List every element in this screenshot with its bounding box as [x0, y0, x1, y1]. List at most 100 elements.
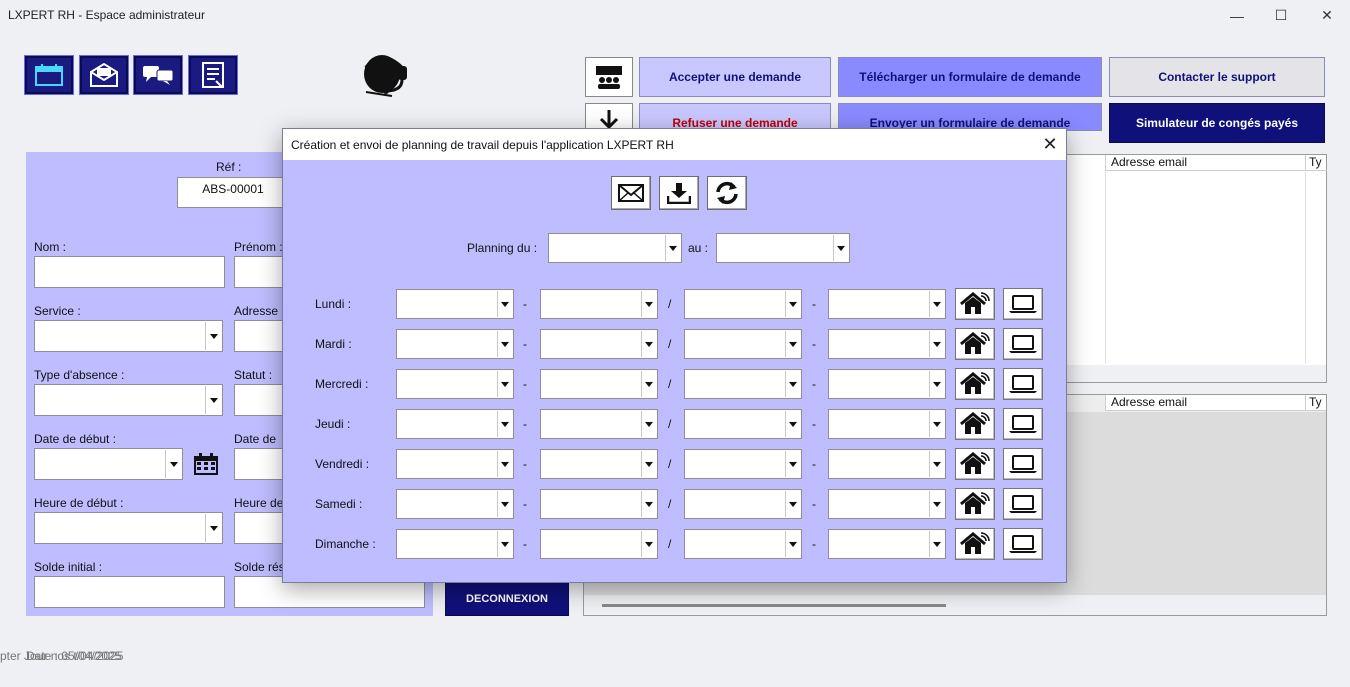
chevron-down-icon[interactable]: [641, 491, 656, 517]
column-header-email[interactable]: Adresse email: [1105, 155, 1305, 171]
time-select-3[interactable]: [684, 449, 802, 479]
send-email-button[interactable]: [611, 176, 651, 210]
chevron-down-icon[interactable]: [929, 291, 944, 317]
refresh-button[interactable]: [707, 176, 747, 210]
chevron-down-icon[interactable]: [785, 331, 800, 357]
time-select-1[interactable]: [396, 369, 514, 399]
download-button[interactable]: [585, 103, 633, 131]
chevron-down-icon[interactable]: [641, 291, 656, 317]
chevron-down-icon[interactable]: [205, 322, 221, 350]
horizontal-scrollbar[interactable]: [1067, 365, 1326, 382]
time-select-2[interactable]: [540, 329, 658, 359]
download-form-button[interactable]: Télécharger un formulaire de demande: [838, 57, 1102, 97]
time-select-1[interactable]: [396, 449, 514, 479]
column-header-type[interactable]: Ty: [1305, 395, 1326, 411]
chevron-down-icon[interactable]: [929, 371, 944, 397]
office-work-button[interactable]: [1003, 488, 1043, 520]
accept-request-button[interactable]: Accepter une demande: [639, 57, 831, 97]
time-select-3[interactable]: [684, 489, 802, 519]
time-select-1[interactable]: [396, 329, 514, 359]
refuse-request-button[interactable]: Refuser une demande: [639, 103, 831, 131]
time-select-1[interactable]: [396, 289, 514, 319]
chevron-down-icon[interactable]: [497, 491, 512, 517]
chevron-down-icon[interactable]: [641, 451, 656, 477]
time-select-4[interactable]: [828, 329, 946, 359]
chevron-down-icon[interactable]: [641, 531, 656, 557]
chevron-down-icon[interactable]: [497, 371, 512, 397]
time-select-1[interactable]: [396, 529, 514, 559]
remote-work-button[interactable]: [955, 528, 995, 560]
chevron-down-icon[interactable]: [785, 371, 800, 397]
heure-debut-select[interactable]: [34, 512, 223, 544]
chevron-down-icon[interactable]: [785, 291, 800, 317]
time-select-1[interactable]: [396, 409, 514, 439]
time-select-3[interactable]: [684, 409, 802, 439]
support-headset[interactable]: [358, 50, 414, 98]
chevron-down-icon[interactable]: [497, 451, 512, 477]
close-window-button[interactable]: ✕: [1304, 0, 1350, 31]
mail-toolbar-button[interactable]: [79, 55, 129, 95]
minimize-button[interactable]: —: [1214, 0, 1260, 31]
contact-support-button[interactable]: Contacter le support: [1109, 57, 1325, 97]
chevron-down-icon[interactable]: [641, 331, 656, 357]
time-select-3[interactable]: [684, 329, 802, 359]
chevron-down-icon[interactable]: [497, 291, 512, 317]
chevron-down-icon[interactable]: [497, 411, 512, 437]
chevron-down-icon[interactable]: [205, 386, 221, 414]
column-header-email[interactable]: Adresse email: [1105, 395, 1305, 411]
chevron-down-icon[interactable]: [641, 371, 656, 397]
send-form-button[interactable]: Envoyer un formulaire de demande: [838, 103, 1102, 131]
office-work-button[interactable]: [1003, 448, 1043, 480]
time-select-2[interactable]: [540, 449, 658, 479]
chevron-down-icon[interactable]: [165, 450, 181, 478]
service-select[interactable]: [34, 320, 223, 352]
nom-field[interactable]: [34, 256, 225, 288]
time-select-4[interactable]: [828, 529, 946, 559]
chevron-down-icon[interactable]: [929, 411, 944, 437]
calendar-toolbar-button[interactable]: [24, 55, 74, 95]
chevron-down-icon[interactable]: [205, 514, 221, 542]
chevron-down-icon[interactable]: [497, 531, 512, 557]
remote-work-button[interactable]: [955, 328, 995, 360]
office-work-button[interactable]: [1003, 368, 1043, 400]
time-select-4[interactable]: [828, 289, 946, 319]
simulator-button[interactable]: Simulateur de congés payés: [1109, 103, 1325, 143]
chevron-down-icon[interactable]: [785, 451, 800, 477]
document-toolbar-button[interactable]: [188, 55, 238, 95]
chevron-down-icon[interactable]: [833, 235, 848, 261]
remote-work-button[interactable]: [955, 408, 995, 440]
scrollbar-thumb[interactable]: [602, 604, 946, 607]
office-work-button[interactable]: [1003, 328, 1043, 360]
requests-list-top[interactable]: Adresse email Ty: [1066, 154, 1327, 383]
time-select-3[interactable]: [684, 529, 802, 559]
type-absence-select[interactable]: [34, 384, 223, 416]
time-select-4[interactable]: [828, 409, 946, 439]
chevron-down-icon[interactable]: [785, 531, 800, 557]
ref-field[interactable]: ABS-00001: [177, 177, 289, 208]
chevron-down-icon[interactable]: [665, 235, 680, 261]
time-select-4[interactable]: [828, 369, 946, 399]
time-select-2[interactable]: [540, 409, 658, 439]
download-planning-button[interactable]: [659, 176, 699, 210]
maximize-button[interactable]: ☐: [1258, 0, 1304, 31]
chevron-down-icon[interactable]: [497, 331, 512, 357]
remote-work-button[interactable]: [955, 488, 995, 520]
logout-button[interactable]: DECONNEXION: [445, 582, 569, 616]
chevron-down-icon[interactable]: [929, 491, 944, 517]
office-work-button[interactable]: [1003, 408, 1043, 440]
chevron-down-icon[interactable]: [641, 411, 656, 437]
time-select-2[interactable]: [540, 289, 658, 319]
time-select-3[interactable]: [684, 369, 802, 399]
time-select-3[interactable]: [684, 289, 802, 319]
solde-initial-field[interactable]: [34, 576, 225, 608]
time-select-2[interactable]: [540, 529, 658, 559]
dialog-close-button[interactable]: ✕: [1034, 129, 1066, 160]
remote-work-button[interactable]: [955, 448, 995, 480]
team-button[interactable]: [585, 57, 633, 97]
remote-work-button[interactable]: [955, 368, 995, 400]
office-work-button[interactable]: [1003, 528, 1043, 560]
time-select-4[interactable]: [828, 449, 946, 479]
time-select-2[interactable]: [540, 489, 658, 519]
chevron-down-icon[interactable]: [929, 331, 944, 357]
remote-work-button[interactable]: [955, 288, 995, 320]
